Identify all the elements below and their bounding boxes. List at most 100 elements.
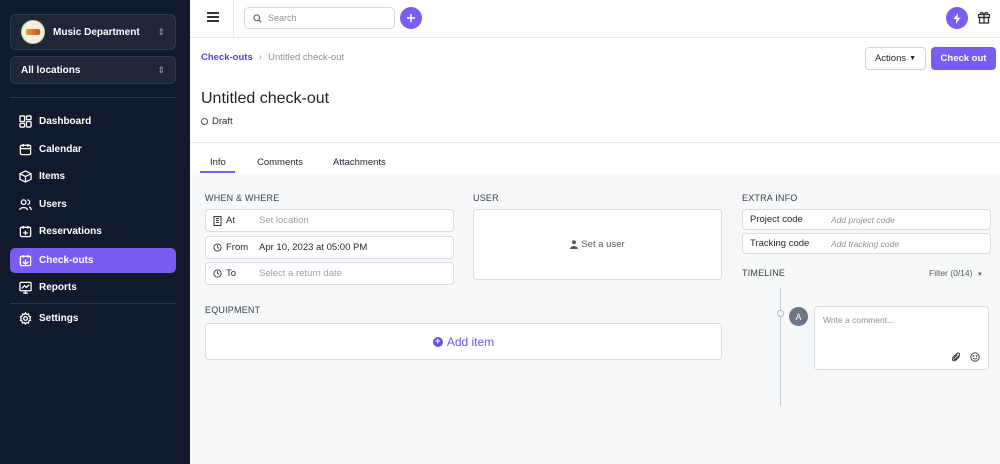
chevron-updown-icon: ⇕ <box>157 64 165 75</box>
set-user-button[interactable]: Set a user <box>473 209 722 280</box>
filter-label: Filter (0/14) <box>929 268 973 278</box>
calendar-icon <box>18 143 32 157</box>
tab-bar: Info Comments Attachments <box>190 143 1000 174</box>
organization-switcher[interactable]: Music Department ⇕ <box>10 14 176 50</box>
tracking-code-field[interactable]: Tracking code Add tracking code <box>742 233 991 254</box>
avatar: A <box>789 307 808 326</box>
checkout-icon <box>18 254 32 268</box>
project-code-field[interactable]: Project code Add project code <box>742 209 991 230</box>
check-out-button[interactable]: Check out <box>931 47 996 70</box>
location-name: All locations <box>21 64 81 76</box>
sidebar-item-reservations[interactable]: Reservations <box>10 219 176 244</box>
topbar-divider <box>233 0 234 38</box>
gift-icon[interactable] <box>977 10 991 24</box>
search-box[interactable] <box>244 7 395 29</box>
breadcrumb-link-check-outs[interactable]: Check-outs <box>201 52 253 63</box>
chevron-updown-icon: ⇕ <box>157 26 165 37</box>
user-heading: USER <box>473 193 499 203</box>
when-where-heading: WHEN & WHERE <box>205 193 280 203</box>
extra-info-heading: EXTRA INFO <box>742 193 798 203</box>
project-code-placeholder: Add project code <box>831 214 895 225</box>
create-button[interactable] <box>400 7 422 29</box>
org-logo <box>21 20 45 44</box>
emoji-icon[interactable] <box>970 352 980 362</box>
caret-down-icon: ▼ <box>976 272 983 278</box>
plus-icon <box>407 14 415 22</box>
location-switcher[interactable]: All locations ⇕ <box>10 56 176 84</box>
tracking-code-placeholder: Add tracking code <box>831 238 900 249</box>
sidebar-item-calendar[interactable]: Calendar <box>10 137 176 162</box>
sidebar-item-label: Calendar <box>39 144 82 155</box>
org-name: Music Department <box>53 26 140 38</box>
box-icon <box>18 170 32 184</box>
location-field[interactable]: At Set location <box>205 209 454 232</box>
dashboard-icon <box>18 115 32 129</box>
return-date-field[interactable]: To Select a return date <box>205 262 454 285</box>
settings-icon <box>18 312 32 326</box>
timeline-line <box>780 288 781 406</box>
from-date-field[interactable]: From Apr 10, 2023 at 05:00 PM <box>205 236 454 259</box>
actions-label: Actions <box>874 53 907 64</box>
user-icon <box>570 240 579 249</box>
chevron-right-icon: › <box>258 52 263 63</box>
add-item-button[interactable]: + Add item <box>205 323 722 360</box>
active-tab-indicator <box>200 171 235 173</box>
draft-status-icon <box>201 118 208 125</box>
sidebar-item-users[interactable]: Users <box>10 192 176 217</box>
add-item-label: Add item <box>446 334 495 349</box>
comment-composer[interactable] <box>814 306 989 370</box>
breadcrumb-current: Untitled check-out <box>268 52 345 63</box>
timeline-filter-dropdown[interactable]: Filter (0/14) ▼ <box>929 268 983 278</box>
sidebar: Music Department ⇕ All locations ⇕ Dashb… <box>0 0 190 464</box>
search-icon <box>253 13 262 23</box>
from-label: From <box>226 242 249 253</box>
sidebar-item-dashboard[interactable]: Dashboard <box>10 109 176 134</box>
status-badge: Draft <box>201 116 233 127</box>
sidebar-item-label: Reports <box>39 282 77 293</box>
sidebar-item-label: Users <box>39 199 67 210</box>
set-user-label: Set a user <box>581 239 625 250</box>
lightning-icon <box>953 12 961 24</box>
sidebar-item-label: Reservations <box>39 226 102 237</box>
sidebar-item-items[interactable]: Items <box>10 164 176 189</box>
caret-down-icon: ▼ <box>909 55 917 62</box>
from-date-value: Apr 10, 2023 at 05:00 PM <box>259 242 368 253</box>
breadcrumb: Check-outs › Untitled check-out <box>201 52 344 63</box>
clock-icon <box>213 268 223 279</box>
tab-attachments[interactable]: Attachments <box>333 157 386 168</box>
paperclip-icon[interactable] <box>952 352 961 362</box>
reservations-icon <box>18 225 32 239</box>
location-value: Set location <box>259 215 309 226</box>
sidebar-divider <box>10 303 176 304</box>
project-code-label: Project code <box>750 214 803 225</box>
sidebar-divider <box>10 97 176 98</box>
equipment-heading: EQUIPMENT <box>205 305 261 315</box>
tab-info[interactable]: Info <box>210 157 226 168</box>
sidebar-item-label: Dashboard <box>39 116 92 127</box>
to-label: To <box>226 268 237 279</box>
sidebar-item-reports[interactable]: Reports <box>10 275 176 300</box>
sidebar-item-check-outs[interactable]: Check-outs <box>10 248 176 273</box>
page-title: Untitled check-out <box>201 90 330 107</box>
sidebar-item-label: Settings <box>39 313 79 324</box>
actions-dropdown-button[interactable]: Actions ▼ <box>865 47 926 70</box>
sidebar-item-settings[interactable]: Settings <box>10 306 176 331</box>
reports-icon <box>18 281 32 295</box>
clock-icon <box>213 242 223 253</box>
tracking-code-label: Tracking code <box>750 238 810 249</box>
sidebar-item-label: Items <box>39 171 66 182</box>
sidebar-item-label: Check-outs <box>39 255 94 266</box>
topbar <box>190 0 1000 38</box>
comment-input[interactable] <box>823 315 980 345</box>
at-label: At <box>226 215 235 226</box>
search-input[interactable] <box>268 13 378 23</box>
return-date-value: Select a return date <box>259 268 342 279</box>
timeline-dot <box>777 310 784 317</box>
plus-circle-icon: + <box>432 336 443 347</box>
quick-actions-button[interactable] <box>946 7 968 29</box>
building-icon <box>213 215 223 226</box>
tab-comments[interactable]: Comments <box>257 157 303 168</box>
users-icon <box>18 198 32 212</box>
status-label: Draft <box>212 116 233 127</box>
menu-icon[interactable] <box>207 12 219 24</box>
